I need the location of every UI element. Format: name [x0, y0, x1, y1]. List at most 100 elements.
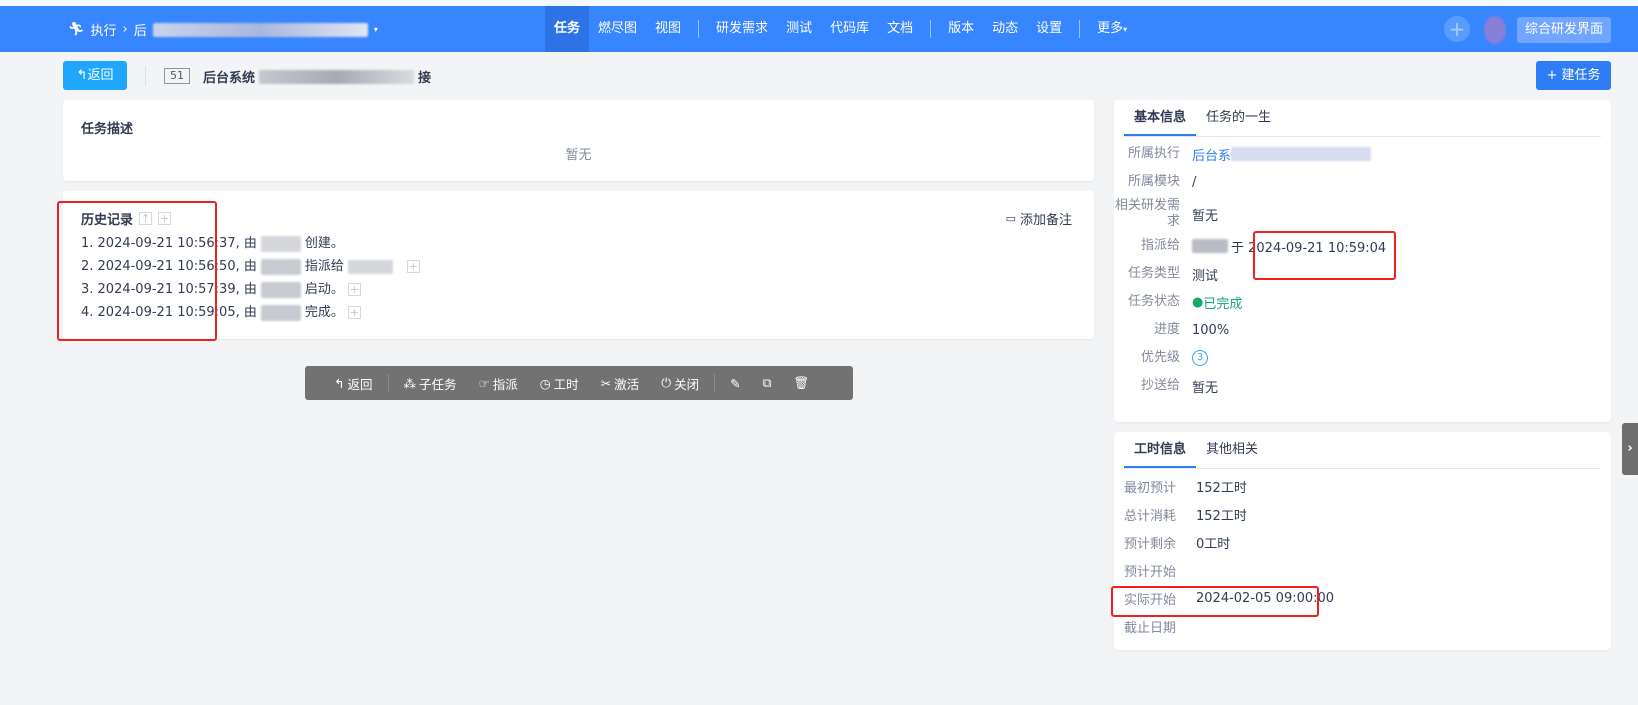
- tab-effort-info[interactable]: 工时信息: [1124, 432, 1197, 468]
- type-value: 测试: [1192, 268, 1219, 284]
- history-entry-action: 启动。: [304, 282, 344, 297]
- new-task-button[interactable]: + 建任务: [1536, 61, 1611, 90]
- estimate-value: 152工时: [1196, 480, 1247, 496]
- menu-doc[interactable]: 文档: [878, 6, 922, 52]
- back-arrow-icon: ↰: [76, 68, 88, 83]
- redacted-text: [347, 259, 393, 274]
- description-title: 任务描述: [81, 122, 134, 137]
- label: 工时: [553, 376, 579, 392]
- action-toolbar: ↰ 返回 ⁂ 子任务 ☞ 指派 ◷ 工时 ✂ 激活 ⏻ 关闭 ✎ ⧉ 🗑︎: [305, 366, 853, 400]
- consumed-value: 152工时: [1196, 508, 1247, 524]
- copy-icon[interactable]: ⧉: [752, 375, 783, 391]
- breadcrumb-root[interactable]: 执行: [91, 20, 117, 39]
- page-title: 后台系统 接: [203, 67, 431, 86]
- redacted-text: [260, 258, 301, 275]
- title-text: 后台系统: [203, 71, 256, 86]
- consumed-label: 总计消耗: [1124, 508, 1177, 524]
- est-start-label: 预计开始: [1124, 564, 1177, 580]
- menu-test[interactable]: 测试: [777, 6, 821, 52]
- caret-down-icon[interactable]: ▾: [374, 25, 378, 34]
- cc-label: 抄送给: [1140, 378, 1180, 393]
- redacted-text: [260, 235, 301, 252]
- label: 指派: [492, 376, 518, 392]
- chevron-right-icon: ›: [1627, 441, 1633, 456]
- progress-label: 进度: [1153, 322, 1180, 337]
- expand-icon[interactable]: +: [406, 260, 420, 273]
- label: 激活: [614, 376, 640, 392]
- highlight-box: [57, 201, 217, 341]
- expand-icon[interactable]: +: [347, 283, 361, 296]
- hand-icon: ☞: [478, 375, 490, 391]
- menu-burndown[interactable]: 燃尽图: [589, 6, 646, 52]
- divider: [714, 374, 716, 392]
- menu-release[interactable]: 版本: [939, 6, 983, 52]
- menu-repo[interactable]: 代码库: [821, 6, 878, 52]
- label: 子任务: [419, 376, 457, 392]
- breadcrumb-current[interactable]: 后: [134, 20, 147, 39]
- story-label: 相关研发需求: [1114, 198, 1180, 229]
- main-menu: 任务 燃尽图 视图 研发需求 测试 代码库 文档 版本 动态 设置 更多▾: [545, 6, 1136, 52]
- redacted-text: [1192, 239, 1228, 253]
- close-button[interactable]: ⏻ 关闭: [650, 374, 710, 393]
- tab-other-related[interactable]: 其他相关: [1196, 432, 1268, 468]
- run-icon: 🏃︎: [68, 22, 85, 37]
- menu-task[interactable]: 任务: [545, 6, 590, 52]
- story-value: 暂无: [1192, 208, 1219, 224]
- description-card: 任务描述 暂无: [63, 100, 1094, 181]
- priority-badge: 3: [1192, 350, 1208, 366]
- menu-story[interactable]: 研发需求: [707, 6, 777, 52]
- cc-value: 暂无: [1192, 380, 1219, 396]
- left-label: 预计剩余: [1124, 536, 1177, 552]
- quick-add-icon[interactable]: +: [1444, 16, 1470, 42]
- execution-link[interactable]: 后台系: [1192, 145, 1231, 164]
- trash-icon[interactable]: 🗑︎: [783, 375, 821, 391]
- sitemap-icon: ⁂: [403, 375, 417, 391]
- menu-settings[interactable]: 设置: [1027, 6, 1071, 52]
- toolbar-back-button[interactable]: ↰ 返回: [323, 374, 384, 393]
- back-label: 返回: [87, 68, 114, 83]
- divider: [1079, 20, 1081, 38]
- assigned-label: 指派给: [1140, 238, 1180, 253]
- assign-button[interactable]: ☞ 指派: [468, 374, 529, 393]
- subtask-button[interactable]: ⁂ 子任务: [393, 374, 468, 393]
- magic-icon: ✂: [600, 375, 612, 391]
- estimate-label: 最初预计: [1124, 480, 1177, 496]
- new-task-label: 建任务: [1561, 68, 1601, 83]
- avatar[interactable]: [1484, 16, 1506, 44]
- switch-interface-button[interactable]: 综合研发界面: [1517, 17, 1612, 43]
- collapse-sidebar-button[interactable]: ›: [1622, 423, 1638, 475]
- effort-card: 工时信息 其他相关 最初预计 152工时 总计消耗 152工时 预计剩余 0工时 预计…: [1114, 432, 1611, 650]
- label: 关闭: [674, 376, 700, 392]
- divider: [145, 66, 146, 86]
- add-note-label: 添加备注: [1019, 213, 1072, 228]
- history-entry-action: 创建。: [304, 236, 344, 251]
- effort-tabs: 工时信息 其他相关: [1124, 432, 1601, 469]
- caret-down-icon: ▾: [1123, 25, 1128, 34]
- divider: [387, 374, 389, 392]
- menu-more[interactable]: 更多▾: [1088, 6, 1136, 52]
- label: 返回: [347, 376, 373, 392]
- effort-button[interactable]: ◷ 工时: [529, 374, 590, 393]
- expand-icon[interactable]: +: [347, 306, 361, 319]
- plus-icon: +: [1546, 68, 1562, 83]
- deadline-label: 截止日期: [1124, 620, 1177, 636]
- activate-button[interactable]: ✂ 激活: [590, 374, 651, 393]
- divider: [698, 20, 700, 38]
- menu-view[interactable]: 视图: [646, 6, 690, 52]
- tab-task-life[interactable]: 任务的一生: [1196, 100, 1281, 136]
- add-note-button[interactable]: ▭ 添加备注: [1006, 209, 1072, 228]
- history-entry-action: 完成。: [304, 305, 344, 320]
- back-button[interactable]: ↰返回: [63, 61, 127, 90]
- menu-more-label: 更多: [1097, 21, 1124, 36]
- module-value: /: [1192, 174, 1197, 190]
- chevron-right-icon: ›: [122, 22, 128, 37]
- status-value: 已完成: [1203, 296, 1243, 312]
- type-label: 任务类型: [1127, 266, 1180, 281]
- menu-dynamic[interactable]: 动态: [983, 6, 1027, 52]
- tab-basic-info[interactable]: 基本信息: [1124, 100, 1197, 136]
- priority-label: 优先级: [1140, 350, 1180, 365]
- basic-tabs: 基本信息 任务的一生: [1124, 100, 1601, 137]
- redacted-text: [1231, 147, 1372, 161]
- edit-icon[interactable]: ✎: [719, 376, 751, 391]
- redacted-text: [152, 22, 368, 37]
